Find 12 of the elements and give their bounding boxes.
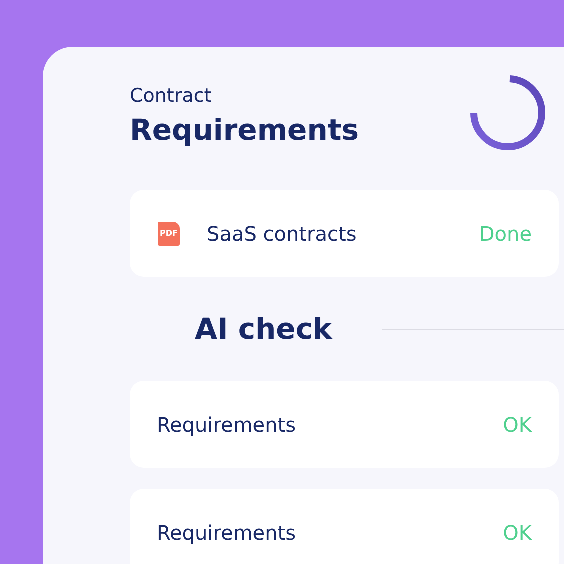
- section-title: AI check: [195, 312, 334, 346]
- file-name: SaaS contracts: [207, 222, 358, 246]
- pdf-icon: PDF: [158, 222, 180, 246]
- overline-text: Contract: [130, 85, 213, 107]
- page-title: Requirements: [130, 113, 359, 147]
- check-label: Requirements: [157, 412, 298, 436]
- check-label: Requirements: [157, 520, 298, 544]
- status-text: OK: [503, 520, 532, 544]
- status-text: OK: [503, 412, 532, 436]
- file-card[interactable]: PDF SaaS contracts Done: [130, 190, 559, 277]
- status-text: Done: [479, 222, 532, 246]
- spinner-icon: [468, 73, 548, 153]
